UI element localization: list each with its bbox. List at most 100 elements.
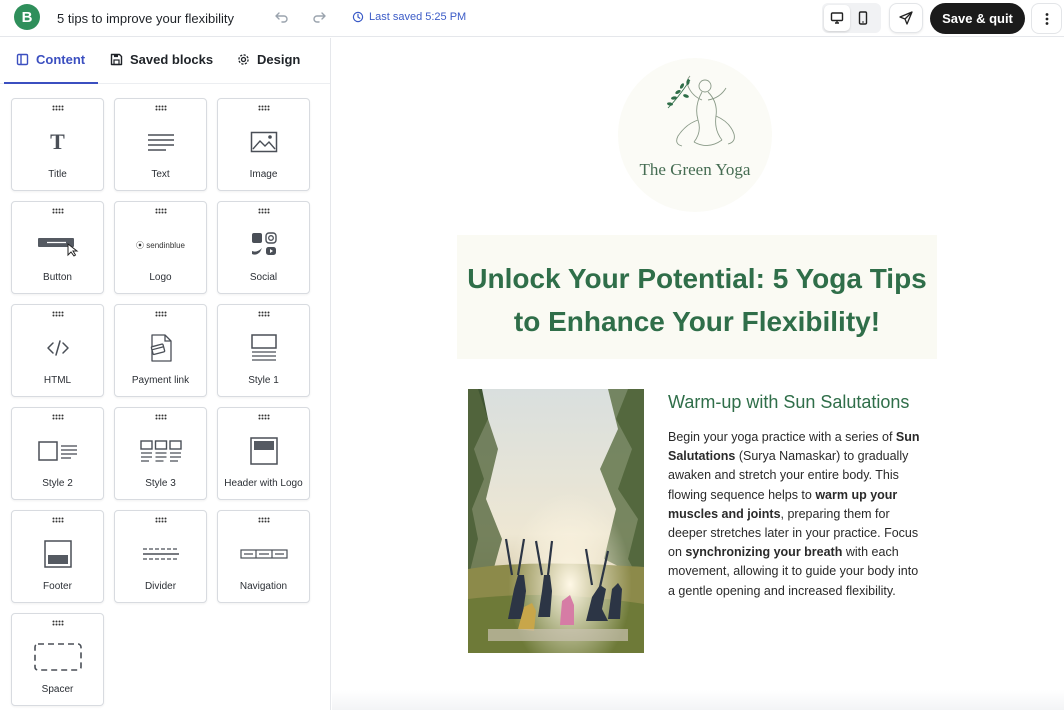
button-icon <box>12 228 103 262</box>
brand-logo[interactable]: B <box>14 4 40 30</box>
drag-handle-icon[interactable] <box>258 105 270 111</box>
spacer-icon <box>12 640 103 674</box>
block-logo[interactable]: ⦿ sendinblue Logo <box>114 201 207 294</box>
email-canvas: The Green Yoga Unlock Your Potential: 5 … <box>332 38 1064 710</box>
title-icon: T <box>50 129 65 154</box>
block-label: Image <box>249 169 278 180</box>
block-text[interactable]: Text <box>114 98 207 191</box>
section-body[interactable]: Begin your yoga practice with a series o… <box>668 428 924 601</box>
block-label: Style 1 <box>248 375 279 386</box>
last-saved-status: Last saved 5:25 PM <box>352 11 466 23</box>
block-payment-link[interactable]: Payment link <box>114 304 207 397</box>
block-social[interactable]: Social <box>217 201 310 294</box>
text-icon <box>115 125 206 159</box>
drag-handle-icon[interactable] <box>155 414 167 420</box>
drag-handle-icon[interactable] <box>52 620 64 626</box>
block-label: Header with Logo <box>224 478 303 489</box>
block-label: Payment link <box>131 375 190 386</box>
tab-saved-blocks[interactable]: Saved blocks <box>110 52 213 67</box>
send-icon <box>899 11 913 25</box>
content-icon <box>16 53 29 66</box>
mobile-view-button[interactable] <box>850 5 876 31</box>
desktop-icon <box>830 12 844 24</box>
content-panel: Content Saved blocks Design T Title Text… <box>0 38 331 710</box>
block-image[interactable]: Image <box>217 98 310 191</box>
drag-handle-icon[interactable] <box>52 208 64 214</box>
last-saved-text: Last saved 5:25 PM <box>369 11 467 23</box>
more-options-button[interactable] <box>1031 3 1062 34</box>
drag-handle-icon[interactable] <box>258 414 270 420</box>
block-label: Spacer <box>41 684 74 695</box>
document-title[interactable]: 5 tips to improve your flexibility <box>57 11 234 26</box>
block-style-1[interactable]: Style 1 <box>217 304 310 397</box>
body-text-1: Begin your yoga practice with a series o… <box>668 430 896 444</box>
drag-handle-icon[interactable] <box>155 208 167 214</box>
drag-handle-icon[interactable] <box>258 517 270 523</box>
block-label: Divider <box>144 581 177 592</box>
mobile-icon <box>858 11 868 25</box>
social-icon <box>218 228 309 262</box>
block-label: Social <box>249 272 278 283</box>
drag-handle-icon[interactable] <box>52 311 64 317</box>
logo-icon-text: sendinblue <box>146 240 185 250</box>
block-label: Footer <box>43 581 72 592</box>
save-icon <box>110 53 123 66</box>
style2-icon <box>12 434 103 468</box>
section-heading[interactable]: Warm-up with Sun Salutations <box>668 392 909 413</box>
logo-text: The Green Yoga <box>639 160 751 179</box>
top-bar: B 5 tips to improve your flexibility Las… <box>0 0 1064 37</box>
tab-saved-blocks-label: Saved blocks <box>130 52 214 67</box>
block-divider[interactable]: Divider <box>114 510 207 603</box>
code-icon <box>12 331 103 365</box>
photo-illustration <box>468 389 644 653</box>
panel-tabs: Content Saved blocks Design <box>0 38 330 84</box>
save-and-quit-button[interactable]: Save & quit <box>930 3 1025 34</box>
hero-banner[interactable]: Unlock Your Potential: 5 Yoga Tips to En… <box>457 235 937 359</box>
tab-design[interactable]: Design <box>237 52 300 67</box>
block-header-with-logo[interactable]: Header with Logo <box>217 407 310 500</box>
navigation-icon <box>218 537 309 571</box>
logo-icon: ⦿ sendinblue <box>136 240 185 250</box>
history-icon <box>352 11 364 23</box>
desktop-view-button[interactable] <box>824 5 850 31</box>
block-label: Text <box>151 169 170 180</box>
block-html[interactable]: HTML <box>11 304 104 397</box>
redo-icon[interactable] <box>311 9 327 25</box>
drag-handle-icon[interactable] <box>258 208 270 214</box>
hero-title-line-1: Unlock Your Potential: 5 Yoga Tips <box>467 263 927 294</box>
tab-content-label: Content <box>36 52 86 67</box>
style3-icon <box>115 434 206 468</box>
image-icon <box>218 125 309 159</box>
block-title[interactable]: T Title <box>11 98 104 191</box>
block-spacer[interactable]: Spacer <box>11 613 104 706</box>
canvas-bottom-fade <box>332 690 1064 710</box>
drag-handle-icon[interactable] <box>52 105 64 111</box>
block-navigation[interactable]: Navigation <box>217 510 310 603</box>
header-logo-icon <box>218 434 309 468</box>
drag-handle-icon[interactable] <box>155 517 167 523</box>
drag-handle-icon[interactable] <box>155 105 167 111</box>
drag-handle-icon[interactable] <box>52 414 64 420</box>
block-label: Title <box>48 169 67 180</box>
block-label: Navigation <box>239 581 288 592</box>
drag-handle-icon[interactable] <box>258 311 270 317</box>
block-label: Button <box>43 272 72 283</box>
style1-icon <box>218 331 309 365</box>
tab-content[interactable]: Content <box>16 52 85 67</box>
payment-icon <box>115 331 206 365</box>
email-logo[interactable]: The Green Yoga <box>618 58 772 212</box>
send-test-button[interactable] <box>889 3 923 33</box>
block-style-2[interactable]: Style 2 <box>11 407 104 500</box>
block-label: HTML <box>43 375 72 386</box>
undo-icon[interactable] <box>274 9 290 25</box>
drag-handle-icon[interactable] <box>52 517 64 523</box>
tab-active-indicator <box>4 82 98 84</box>
device-toggle <box>822 3 881 33</box>
gear-icon <box>238 54 249 65</box>
drag-handle-icon[interactable] <box>155 311 167 317</box>
yoga-group-photo[interactable] <box>468 389 644 653</box>
divider-icon <box>115 537 206 571</box>
block-footer[interactable]: Footer <box>11 510 104 603</box>
block-style-3[interactable]: Style 3 <box>114 407 207 500</box>
block-button[interactable]: Button <box>11 201 104 294</box>
